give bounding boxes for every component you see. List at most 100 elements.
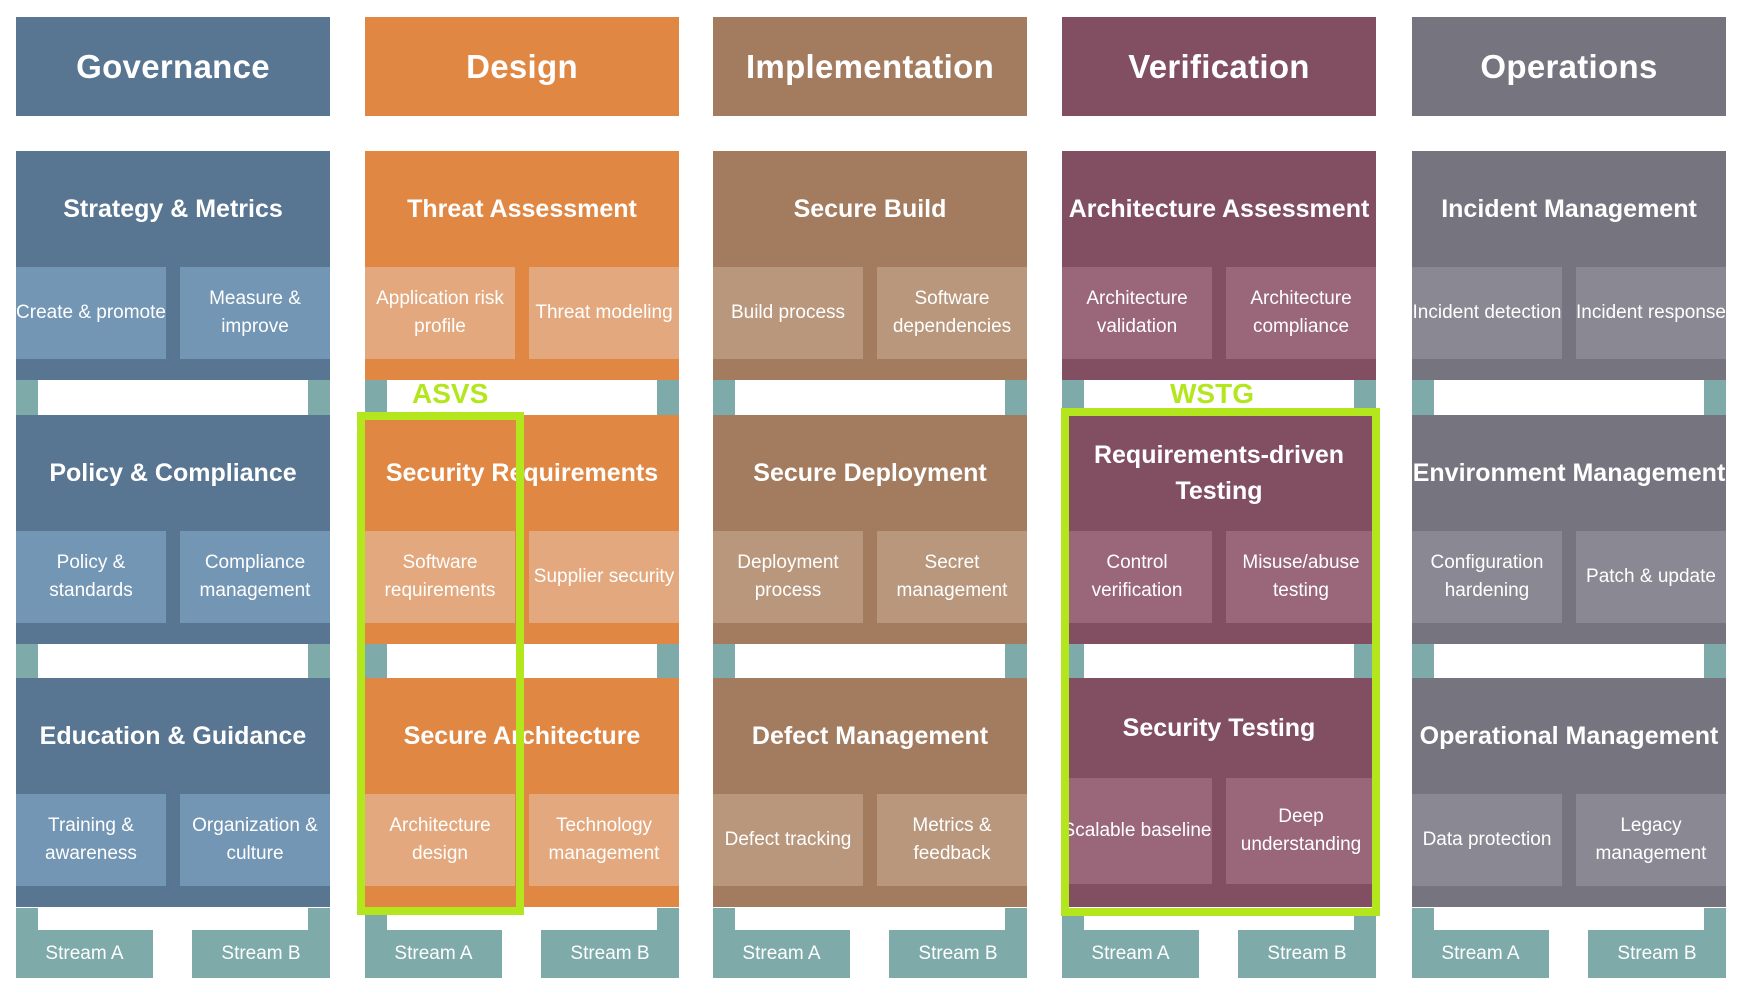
practice-block: Defect Management Defect tracking Metrics … <box>713 678 1027 907</box>
practice-title: Incident Management <box>1441 195 1697 223</box>
row-connector <box>16 908 330 930</box>
row-connector <box>365 908 679 930</box>
practice-activity-a: Incident detection <box>1412 267 1562 359</box>
practice-title: Secure Build <box>793 195 947 223</box>
practice-block: Education & Guidance Training & awareness… <box>16 678 330 907</box>
practice-block: Operational Management Data protection Leg… <box>1412 678 1726 907</box>
stream-connector-b <box>308 908 330 930</box>
wstg-label: WSTG <box>1170 378 1254 409</box>
function-column-verification: Verification Architecture Assessment Archi… <box>1062 0 1376 991</box>
practice-block: Security Requirements Software requiremen… <box>365 415 679 644</box>
practice-title: Secure Deployment <box>753 459 987 487</box>
practice-activity-b: Software dependencies <box>877 267 1027 359</box>
practice-block: Architecture Assessment Architecture vali… <box>1062 151 1376 380</box>
practice-activity-a: Data protection <box>1412 794 1562 886</box>
practice-title: Threat Assessment <box>407 195 637 223</box>
stream-connector-a <box>16 380 38 415</box>
stream-a-label: Stream A <box>1062 930 1199 978</box>
stream-connector-b <box>657 380 679 415</box>
practice-activity-b: Architecture compliance <box>1226 267 1376 359</box>
function-header-operations: Operations <box>1412 17 1726 116</box>
row-connector <box>1062 644 1376 678</box>
row-connector <box>1412 644 1726 678</box>
stream-connector-b <box>1005 644 1027 678</box>
stream-b-label: Stream B <box>192 930 330 978</box>
stream-connector-b <box>1354 644 1376 678</box>
practice-activity-a: Training & awareness <box>16 794 166 886</box>
function-column-governance: Governance Strategy & Metrics Create & pro… <box>16 0 330 991</box>
practice-activity-a: Configuration hardening <box>1412 531 1562 623</box>
asvs-label: ASVS <box>412 378 489 409</box>
stream-b-label: Stream B <box>1238 930 1376 978</box>
practice-activity-b: Legacy management <box>1576 794 1726 886</box>
practice-activity-b: Metrics & feedback <box>877 794 1027 886</box>
stream-a-label: Stream A <box>16 930 153 978</box>
practice-title: Strategy & Metrics <box>63 195 283 223</box>
practice-activity-b: Incident response <box>1576 267 1726 359</box>
stream-connector-a <box>365 908 387 930</box>
stream-connector-a <box>1062 380 1084 415</box>
stream-connector-b <box>657 644 679 678</box>
stream-connector-a <box>713 380 735 415</box>
row-connector <box>713 908 1027 930</box>
stream-connector-b <box>1005 380 1027 415</box>
practice-block: Requirements-driven Testing Control verif… <box>1062 415 1376 644</box>
practice-title: Security Testing <box>1122 714 1316 742</box>
stream-b-label: Stream B <box>541 930 679 978</box>
stream-connector-a <box>365 644 387 678</box>
function-column-operations: Operations Incident Management Incident de… <box>1412 0 1726 991</box>
practice-activity-b: Secret management <box>877 531 1027 623</box>
practice-block: Security Testing Scalable baseline Deep un… <box>1062 678 1376 907</box>
stream-connector-a <box>1062 644 1084 678</box>
stream-connector-b <box>657 908 679 930</box>
practice-activity-a: Scalable baseline <box>1062 778 1212 884</box>
practice-activity-a: Deployment process <box>713 531 863 623</box>
stream-connector-b <box>1354 380 1376 415</box>
practice-block: Policy & Compliance Policy & standards Com… <box>16 415 330 644</box>
practice-block: Secure Deployment Deployment process Secre… <box>713 415 1027 644</box>
practice-title: Environment Management <box>1412 459 1726 487</box>
practice-activity-b: Threat modeling <box>529 267 679 359</box>
row-connector <box>16 644 330 678</box>
stream-connector-a <box>713 644 735 678</box>
practice-block: Secure Architecture Architecture design Te… <box>365 678 679 907</box>
stream-connector-a <box>1412 908 1434 930</box>
stream-connector-a <box>1062 908 1084 930</box>
stream-connector-a <box>713 908 735 930</box>
practice-title: Architecture Assessment <box>1068 195 1370 223</box>
practice-block: Secure Build Build process Software depend… <box>713 151 1027 380</box>
practice-block: Environment Management Configuration hard… <box>1412 415 1726 644</box>
stream-connector-a <box>16 908 38 930</box>
practice-activity-b: Technology management <box>529 794 679 886</box>
practice-activity-a: Build process <box>713 267 863 359</box>
function-column-implementation: Implementation Secure Build Build process S… <box>713 0 1027 991</box>
function-header-governance: Governance <box>16 17 330 116</box>
stream-b-label: Stream B <box>889 930 1027 978</box>
row-connector <box>1062 908 1376 930</box>
stream-connector-a <box>365 380 387 415</box>
practice-activity-a: Application risk profile <box>365 267 515 359</box>
row-connector <box>16 380 330 415</box>
practice-activity-b: Deep understanding <box>1226 778 1376 884</box>
stream-connector-a <box>16 644 38 678</box>
stream-connector-b <box>1005 908 1027 930</box>
practice-block: Strategy & Metrics Create & promote Measur… <box>16 151 330 380</box>
practice-title: Secure Architecture <box>403 722 641 750</box>
practice-activity-a: Defect tracking <box>713 794 863 886</box>
stream-connector-b <box>1704 380 1726 415</box>
practice-activity-a: Policy & standards <box>16 531 166 623</box>
stream-a-label: Stream A <box>1412 930 1549 978</box>
stream-a-label: Stream A <box>365 930 502 978</box>
stream-connector-a <box>1412 644 1434 678</box>
row-connector <box>713 644 1027 678</box>
practice-activity-a: Software requirements <box>365 531 515 623</box>
stream-connector-b <box>1704 908 1726 930</box>
stream-connector-a <box>1412 380 1434 415</box>
practice-activity-b: Organization & culture <box>180 794 330 886</box>
practice-title: Education & Guidance <box>39 722 307 750</box>
function-column-design: Design Threat Assessment Application risk … <box>365 0 679 991</box>
function-header-verification: Verification <box>1062 17 1376 116</box>
practice-title: Defect Management <box>751 722 989 750</box>
stream-connector-b <box>308 644 330 678</box>
row-connector <box>365 644 679 678</box>
